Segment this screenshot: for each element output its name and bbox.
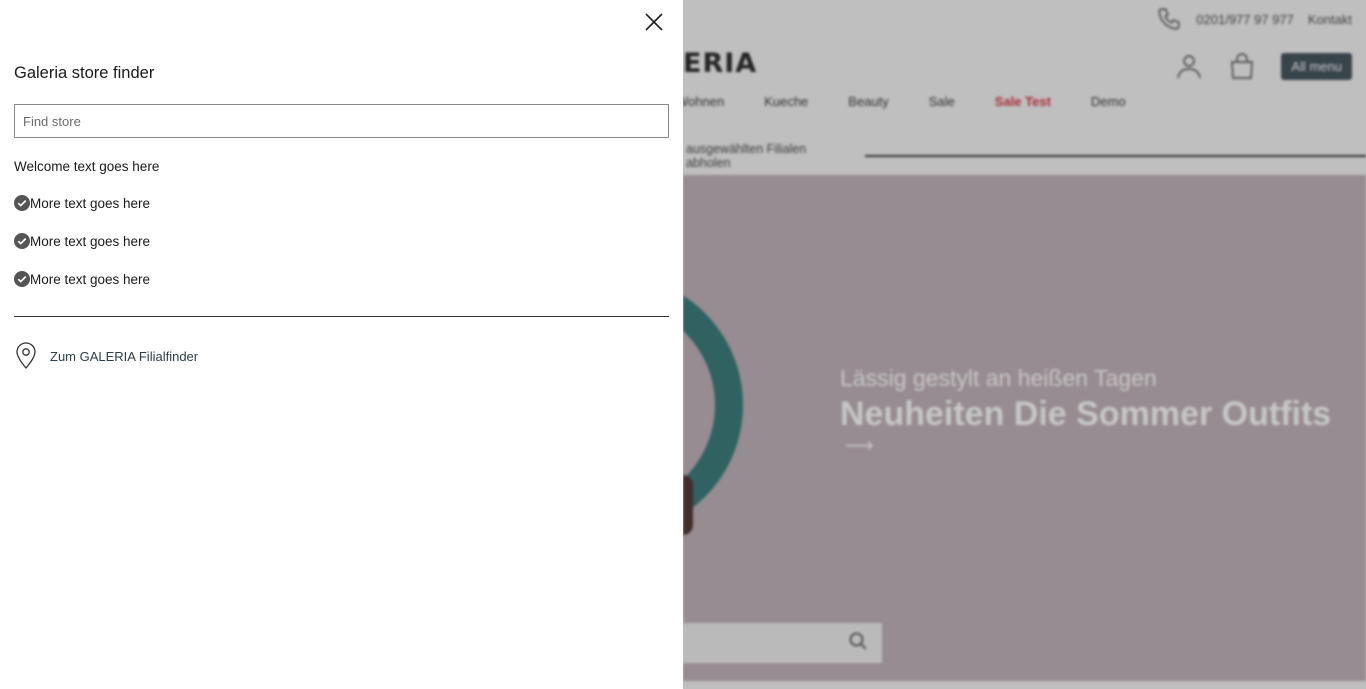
close-button[interactable] (643, 11, 665, 33)
drawer-title: Galeria store finder (14, 64, 155, 82)
close-icon[interactable] (643, 11, 665, 33)
check-circle-icon (14, 271, 30, 287)
check-circle-icon (14, 195, 30, 211)
divider (14, 316, 669, 317)
check-circle-icon (14, 233, 30, 249)
feature-text: More text goes here (30, 233, 151, 249)
store-finder-link-label[interactable]: Zum GALERIA Filialfinder (50, 349, 198, 364)
welcome-text: Welcome text goes here (14, 159, 160, 174)
store-finder-link[interactable]: Zum GALERIA Filialfinder (14, 342, 198, 370)
store-finder-drawer: Galeria store finder Welcome text goes h… (0, 0, 683, 689)
feature-item: More text goes here (14, 233, 150, 249)
feature-item: More text goes here (14, 271, 150, 287)
location-pin-icon (14, 342, 38, 370)
feature-text: More text goes here (30, 195, 151, 211)
find-store-input[interactable] (14, 104, 669, 138)
feature-item: More text goes here (14, 195, 150, 211)
feature-text: More text goes here (30, 271, 151, 287)
